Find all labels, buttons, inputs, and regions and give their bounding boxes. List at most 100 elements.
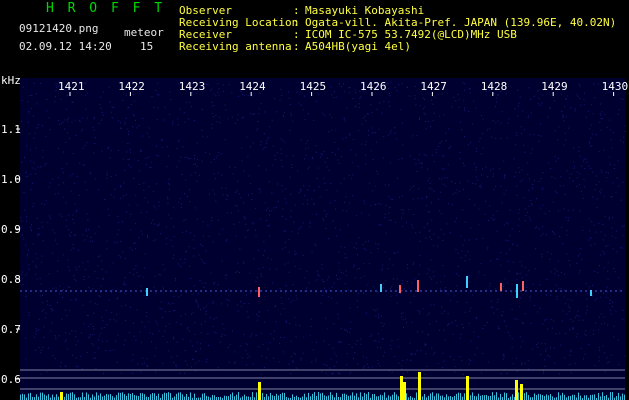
amplitude-bar (598, 393, 599, 400)
amplitude-bar (232, 392, 233, 400)
meteor-hit (590, 290, 592, 296)
amplitude-peak (515, 380, 518, 400)
amplitude-bar (324, 395, 325, 400)
amplitude-peak (258, 382, 261, 400)
amplitude-bar (552, 396, 553, 400)
amplitude-bar (378, 396, 379, 400)
amplitude-bar (142, 393, 143, 400)
amplitude-peak (466, 376, 469, 400)
amplitude-bar (40, 392, 41, 400)
amplitude-bar (162, 394, 163, 400)
amplitude-bar (164, 392, 165, 400)
amplitude-bar (504, 392, 505, 400)
amplitude-bar (96, 392, 97, 400)
amplitude-bar (488, 396, 489, 400)
amplitude-bar (410, 396, 411, 400)
amplitude-bar (600, 396, 601, 400)
amplitude-bar (354, 395, 355, 400)
amplitude-bar (438, 393, 439, 400)
amplitude-bar (366, 394, 367, 400)
amplitude-bar (528, 395, 529, 400)
amplitude-bar (448, 396, 449, 400)
meteor-hit (522, 281, 524, 291)
amplitude-bar (238, 392, 239, 400)
amplitude-bar (376, 396, 377, 400)
x-tick-label: 1421 (58, 80, 85, 93)
amplitude-bar (72, 392, 73, 400)
amplitude-bar (180, 392, 181, 400)
amplitude-bar (440, 395, 441, 400)
x-tick-label: 1424 (239, 80, 266, 93)
amplitude-peak (60, 392, 63, 400)
amplitude-bar (120, 392, 121, 400)
amplitude-bar (158, 393, 159, 400)
amplitude-bar (174, 396, 175, 400)
amplitude-bar (244, 394, 245, 400)
amplitude-bar (310, 396, 311, 400)
amplitude-bar (118, 392, 119, 400)
amplitude-bar (568, 395, 569, 400)
amplitude-bar (202, 393, 203, 400)
amplitude-bar (224, 395, 225, 400)
amplitude-bar (446, 394, 447, 400)
amplitude-bar (348, 395, 349, 400)
amplitude-bar (362, 396, 363, 400)
amplitude-bar (558, 392, 559, 400)
amplitude-bar (450, 395, 451, 400)
amplitude-bar (416, 392, 417, 400)
amplitude-bar (168, 392, 169, 400)
amplitude-bar (540, 394, 541, 400)
amplitude-bar (28, 393, 29, 400)
amplitude-bar (624, 394, 625, 400)
amplitude-bar (214, 395, 215, 400)
amplitude-bar (190, 392, 191, 400)
amplitude-bar (606, 394, 607, 400)
amplitude-bar (342, 393, 343, 400)
amplitude-bar (252, 392, 253, 400)
spectrogram: kHz1.11.00.90.80.70.61421 1422 1423 1424 142… (1, 74, 629, 400)
amplitude-bar (422, 396, 423, 400)
amplitude-bar (592, 394, 593, 400)
meteor-hit (380, 284, 382, 292)
amplitude-bar (52, 394, 53, 400)
amplitude-bar (584, 395, 585, 400)
amplitude-bar (548, 395, 549, 400)
amplitude-bar (44, 394, 45, 400)
amplitude-bar (464, 393, 465, 400)
amplitude-bar (330, 392, 331, 400)
amplitude-bar (94, 396, 95, 400)
amplitude-bar (56, 394, 57, 400)
amplitude-bar (390, 396, 391, 400)
amplitude-bar (230, 394, 231, 400)
amplitude-bar (42, 392, 43, 400)
amplitude-bar (270, 392, 271, 400)
amplitude-bar (542, 395, 543, 400)
amplitude-bar (578, 392, 579, 400)
amplitude-bar (506, 393, 507, 400)
amplitude-bar (604, 396, 605, 400)
x-tick-label: 1428 (481, 80, 508, 93)
amplitude-bar (20, 394, 21, 400)
amplitude-bar (510, 396, 511, 400)
amplitude-bar (494, 395, 495, 400)
amplitude-bar (204, 393, 205, 400)
x-tick-label: 1430 (602, 80, 629, 93)
amplitude-bar (176, 393, 177, 400)
x-tick-label: 1429 (541, 80, 568, 93)
amplitude-bar (620, 396, 621, 400)
amplitude-bar (326, 396, 327, 400)
amplitude-bar (322, 392, 323, 400)
amplitude-bar (100, 393, 101, 400)
amplitude-bar (278, 395, 279, 400)
meteor-hit (417, 280, 419, 292)
amplitude-bar (570, 395, 571, 400)
amplitude-bar (536, 395, 537, 400)
meteor-hit (466, 276, 468, 288)
amplitude-bar (496, 392, 497, 400)
amplitude-bar (486, 394, 487, 400)
amplitude-bar (46, 395, 47, 400)
amplitude-bar (98, 395, 99, 400)
amplitude-bar (456, 393, 457, 400)
amplitude-bar (428, 395, 429, 400)
amplitude-bar (282, 392, 283, 400)
